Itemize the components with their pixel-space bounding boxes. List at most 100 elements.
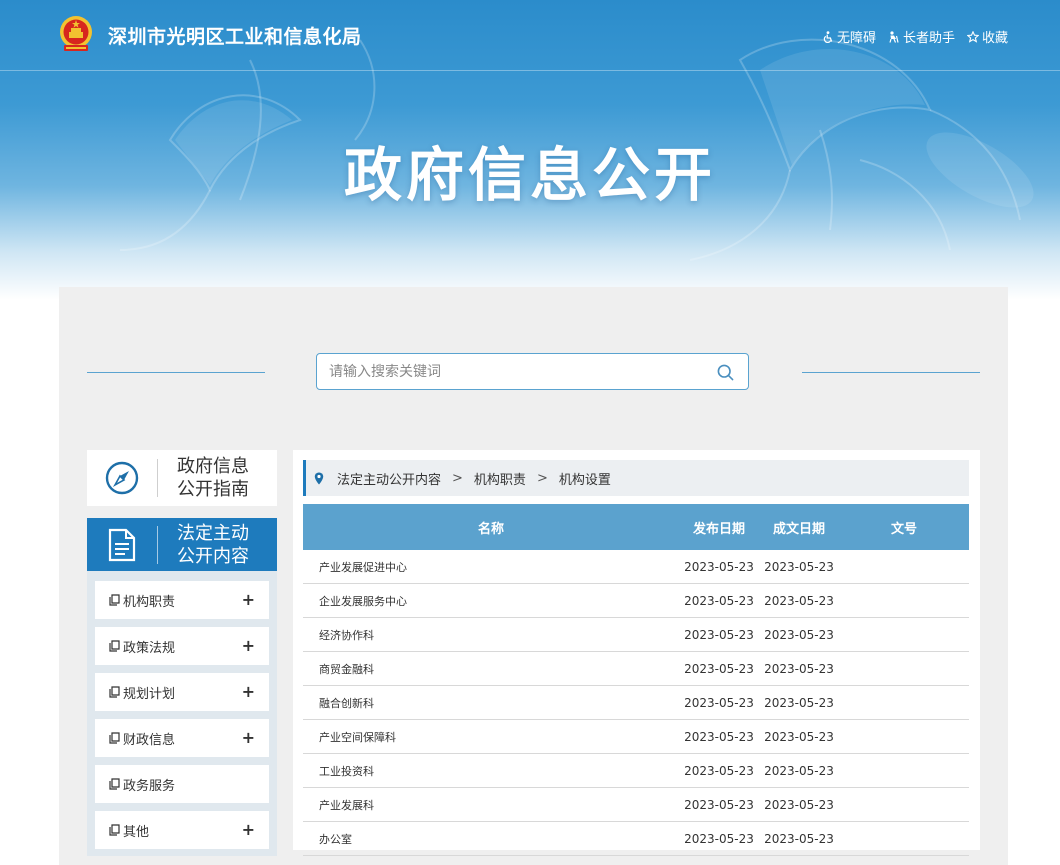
row-written-date: 2023-05-23 <box>759 651 839 686</box>
compass-icon <box>105 461 139 495</box>
column-name: 名称 <box>303 504 679 550</box>
search-input[interactable] <box>317 354 711 389</box>
table-row[interactable]: 经济协作科 2023-05-23 2023-05-23 <box>303 617 969 652</box>
row-publish-date: 2023-05-23 <box>679 550 759 584</box>
column-doc-number: 文号 <box>839 504 969 550</box>
expand-plus-icon[interactable]: + <box>242 636 255 655</box>
active-card-line2: 公开内容 <box>177 545 249 567</box>
elder-assistant-icon <box>889 30 899 43</box>
sidebar-item-label: 其他 <box>123 824 150 840</box>
header-divider <box>0 70 1060 71</box>
row-name-link[interactable]: 企业发展服务中心 <box>303 583 679 618</box>
guide-card[interactable]: 政府信息 公开指南 <box>87 450 277 506</box>
search-box <box>316 353 749 390</box>
document-icon <box>108 528 136 561</box>
sidebar-item-services[interactable]: 政务服务 <box>95 765 269 803</box>
row-written-date: 2023-05-23 <box>759 787 839 822</box>
active-category-card[interactable]: 法定主动 公开内容 <box>87 518 277 571</box>
active-card-line1: 法定主动 <box>177 522 249 544</box>
row-doc-number <box>839 651 969 686</box>
expand-plus-icon[interactable]: + <box>242 820 255 839</box>
sidebar-item-other[interactable]: 其他 + <box>95 811 269 849</box>
row-name-link[interactable]: 经济协作科 <box>303 617 679 652</box>
breadcrumb: 法定主动公开内容 > 机构职责 > 机构设置 <box>303 460 969 496</box>
accessibility-icon <box>823 30 833 43</box>
row-doc-number <box>839 583 969 618</box>
expand-plus-icon[interactable]: + <box>242 728 255 747</box>
row-name-link[interactable]: 产业空间保障科 <box>303 719 679 754</box>
row-name-link[interactable]: 办公室 <box>303 821 679 856</box>
expand-plus-icon[interactable]: + <box>242 590 255 609</box>
row-doc-number <box>839 550 969 584</box>
sidebar-item-plans[interactable]: 规划计划 + <box>95 673 269 711</box>
sidebar-item-policies[interactable]: 政策法规 + <box>95 627 269 665</box>
breadcrumb-item-3[interactable]: 机构设置 <box>559 469 611 488</box>
row-doc-number <box>839 821 969 856</box>
search-left-line <box>87 372 265 373</box>
column-publish-date: 发布日期 <box>679 504 759 550</box>
hero-title: 政府信息公开 <box>343 141 716 209</box>
accessibility-link[interactable]: 无障碍 <box>822 27 876 46</box>
guide-line2: 公开指南 <box>177 479 249 500</box>
row-written-date: 2023-05-23 <box>759 617 839 652</box>
table-row[interactable]: 工业投资科 2023-05-23 2023-05-23 <box>303 753 969 788</box>
row-written-date: 2023-05-23 <box>759 550 839 584</box>
location-pin-icon <box>314 472 324 484</box>
sidebar-item-label: 规划计划 <box>123 686 176 702</box>
row-publish-date: 2023-05-23 <box>679 651 759 686</box>
row-written-date: 2023-05-23 <box>759 719 839 754</box>
top-links: 无障碍 长者助手 收藏 <box>822 27 1008 46</box>
row-doc-number <box>839 719 969 754</box>
table-row[interactable]: 商贸金融科 2023-05-23 2023-05-23 <box>303 651 969 686</box>
sidebar-item-org-duties[interactable]: 机构职责 + <box>95 581 269 619</box>
file-icon <box>109 594 120 606</box>
row-publish-date: 2023-05-23 <box>679 617 759 652</box>
row-publish-date: 2023-05-23 <box>679 719 759 754</box>
sidebar-item-label: 财政信息 <box>123 732 176 748</box>
sidebar-item-label: 政务服务 <box>123 778 176 794</box>
row-name-link[interactable]: 产业发展促进中心 <box>303 550 679 584</box>
row-name-link[interactable]: 商贸金融科 <box>303 651 679 686</box>
chevron-right-icon: > <box>452 470 463 486</box>
table-header-row: 名称 发布日期 成文日期 文号 <box>303 504 969 550</box>
table-row[interactable]: 企业发展服务中心 2023-05-23 2023-05-23 <box>303 583 969 618</box>
row-written-date: 2023-05-23 <box>759 753 839 788</box>
row-publish-date: 2023-05-23 <box>679 753 759 788</box>
content-area: 法定主动公开内容 > 机构职责 > 机构设置 名称 发布日期 成文日期 文号 产… <box>293 450 980 856</box>
guide-line1: 政府信息 <box>177 456 249 477</box>
table-row[interactable]: 融合创新科 2023-05-23 2023-05-23 <box>303 685 969 720</box>
breadcrumb-item-2[interactable]: 机构职责 <box>474 469 526 488</box>
breadcrumb-item-1[interactable]: 法定主动公开内容 <box>337 469 441 488</box>
row-publish-date: 2023-05-23 <box>679 685 759 720</box>
row-written-date: 2023-05-23 <box>759 821 839 856</box>
row-publish-date: 2023-05-23 <box>679 821 759 856</box>
row-publish-date: 2023-05-23 <box>679 583 759 618</box>
sidebar-item-finance[interactable]: 财政信息 + <box>95 719 269 757</box>
file-icon <box>109 686 120 698</box>
row-publish-date: 2023-05-23 <box>679 787 759 822</box>
search-icon[interactable] <box>717 364 734 381</box>
row-name-link[interactable]: 融合创新科 <box>303 685 679 720</box>
row-doc-number <box>839 753 969 788</box>
row-name-link[interactable]: 工业投资科 <box>303 753 679 788</box>
sidebar-item-label: 机构职责 <box>123 594 176 610</box>
file-icon <box>109 824 120 836</box>
table-row[interactable]: 产业发展促进中心 2023-05-23 2023-05-23 <box>303 550 969 584</box>
favorite-label: 收藏 <box>981 31 1008 46</box>
row-name-link[interactable]: 产业发展科 <box>303 787 679 822</box>
table-row[interactable]: 产业空间保障科 2023-05-23 2023-05-23 <box>303 719 969 754</box>
row-written-date: 2023-05-23 <box>759 583 839 618</box>
main-panel: 政府信息 公开指南 法定主动 公开内容 <box>59 287 1008 865</box>
column-written-date: 成文日期 <box>759 504 839 550</box>
file-icon <box>109 732 120 744</box>
elder-assistant-link[interactable]: 长者助手 <box>888 27 955 46</box>
expand-plus-icon[interactable]: + <box>242 682 255 701</box>
file-icon <box>109 640 120 652</box>
table-row[interactable]: 产业发展科 2023-05-23 2023-05-23 <box>303 787 969 822</box>
table-row[interactable]: 办公室 2023-05-23 2023-05-23 <box>303 821 969 856</box>
row-doc-number <box>839 787 969 822</box>
favorite-link[interactable]: 收藏 <box>966 27 1008 46</box>
star-icon <box>966 30 979 43</box>
chevron-right-icon: > <box>536 470 548 486</box>
row-written-date: 2023-05-23 <box>759 685 839 720</box>
